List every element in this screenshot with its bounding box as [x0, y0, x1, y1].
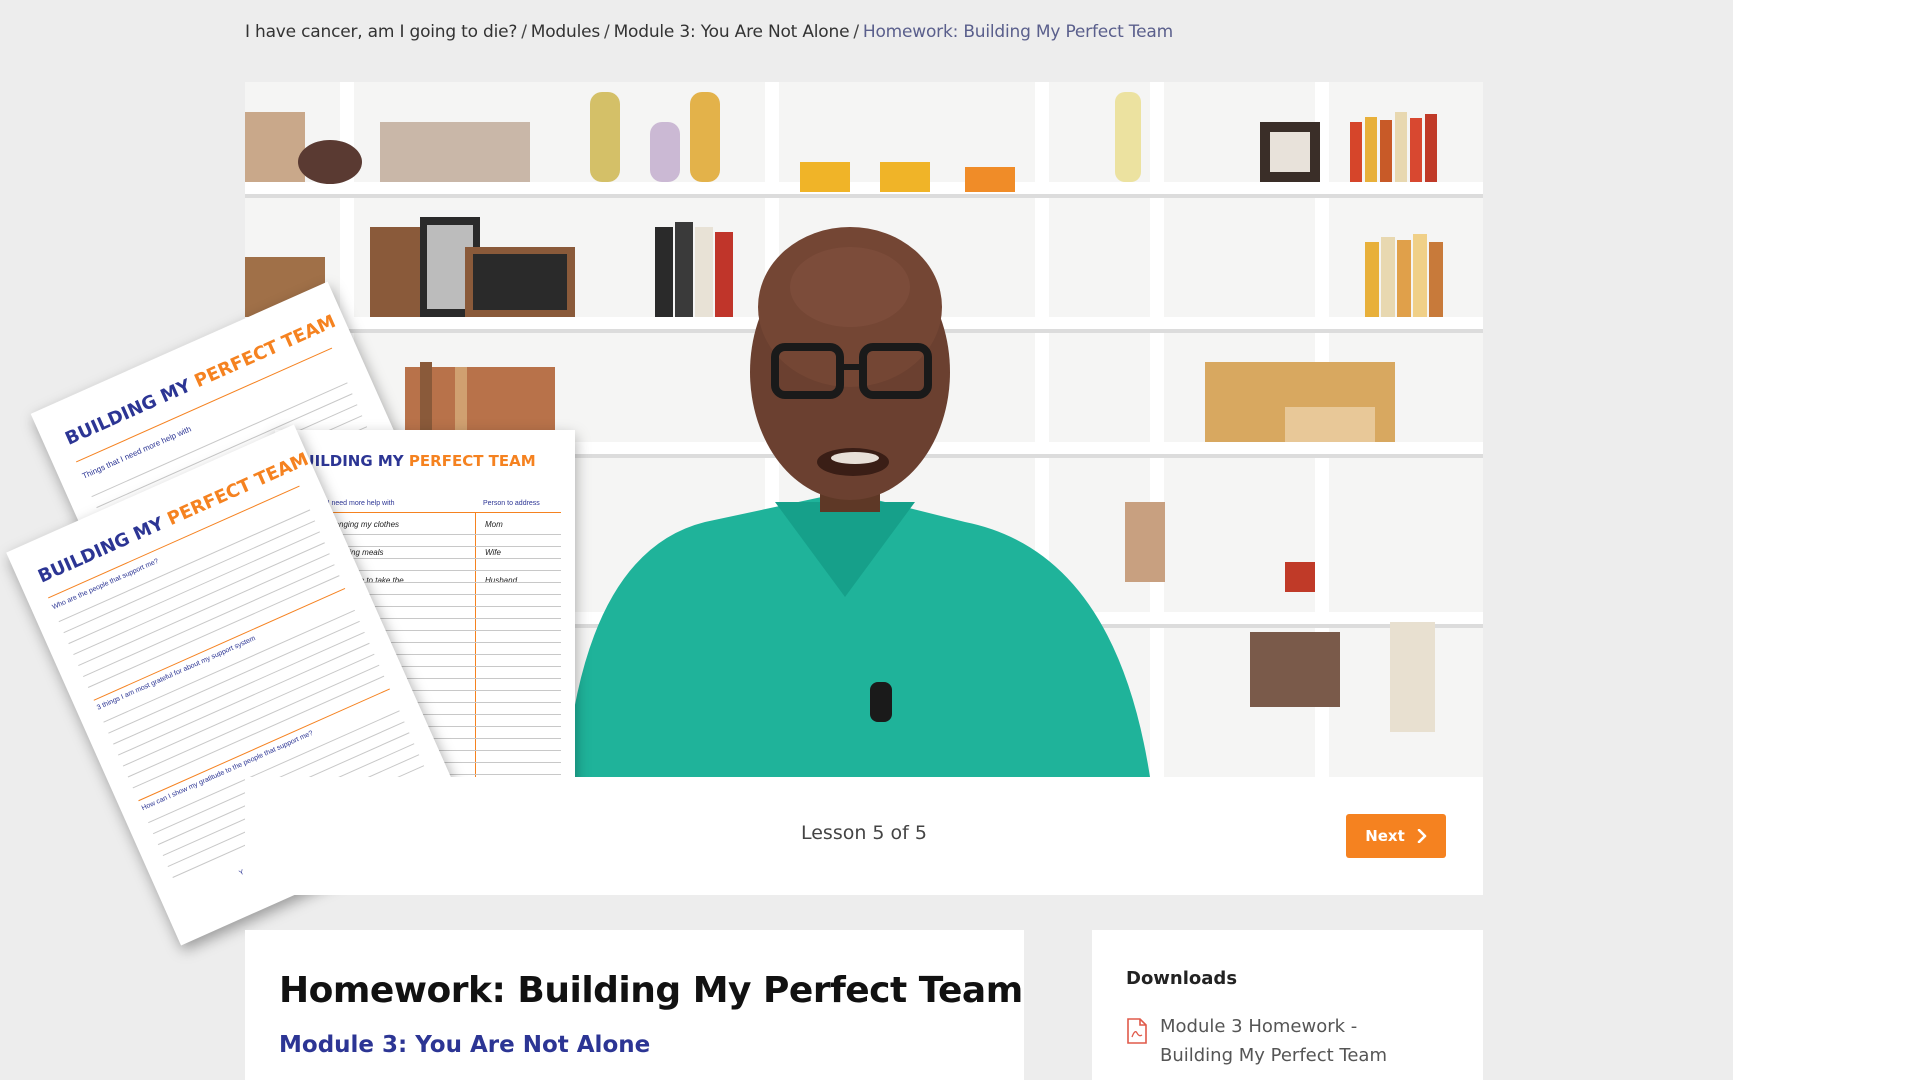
next-button-label: Next: [1365, 827, 1405, 845]
breadcrumb-separator: /: [521, 22, 527, 42]
breadcrumb-module-link[interactable]: Module 3: You Are Not Alone: [614, 22, 850, 42]
breadcrumb-separator: /: [853, 22, 859, 42]
lesson-counter: Lesson 5 of 5: [800, 822, 927, 844]
module-link[interactable]: Module 3: You Are Not Alone: [279, 1032, 650, 1058]
breadcrumb-modules-link[interactable]: Modules: [531, 22, 600, 42]
breadcrumb-course-link[interactable]: I have cancer, am I going to die?: [245, 22, 517, 42]
download-item[interactable]: Module 3 Homework - Building My Perfect …: [1126, 1012, 1420, 1070]
lesson-content-card: Homework: Building My Perfect Team Modul…: [245, 930, 1024, 1080]
worksheet-row-person: Mom: [485, 520, 503, 529]
download-link[interactable]: Module 3 Homework - Building My Perfect …: [1160, 1012, 1420, 1070]
lesson-navigation-bar: Lesson 5 of 5 Next: [245, 777, 1483, 895]
breadcrumb: I have cancer, am I going to die? / Module…: [245, 22, 1173, 42]
lesson-title: Homework: Building My Perfect Team: [279, 970, 1023, 1011]
chevron-right-icon: [1417, 829, 1427, 843]
worksheet-column-label: Person to address: [483, 500, 540, 507]
worksheet-title: BUILDING MY PERFECT TEAM: [291, 452, 536, 470]
pdf-file-icon: [1127, 1018, 1147, 1044]
breadcrumb-current: Homework: Building My Perfect Team: [862, 22, 1173, 42]
downloads-heading: Downloads: [1126, 968, 1238, 989]
breadcrumb-separator: /: [604, 22, 610, 42]
next-lesson-button[interactable]: Next: [1346, 814, 1446, 858]
downloads-panel: Downloads Module 3 Homework - Building M…: [1092, 930, 1483, 1080]
